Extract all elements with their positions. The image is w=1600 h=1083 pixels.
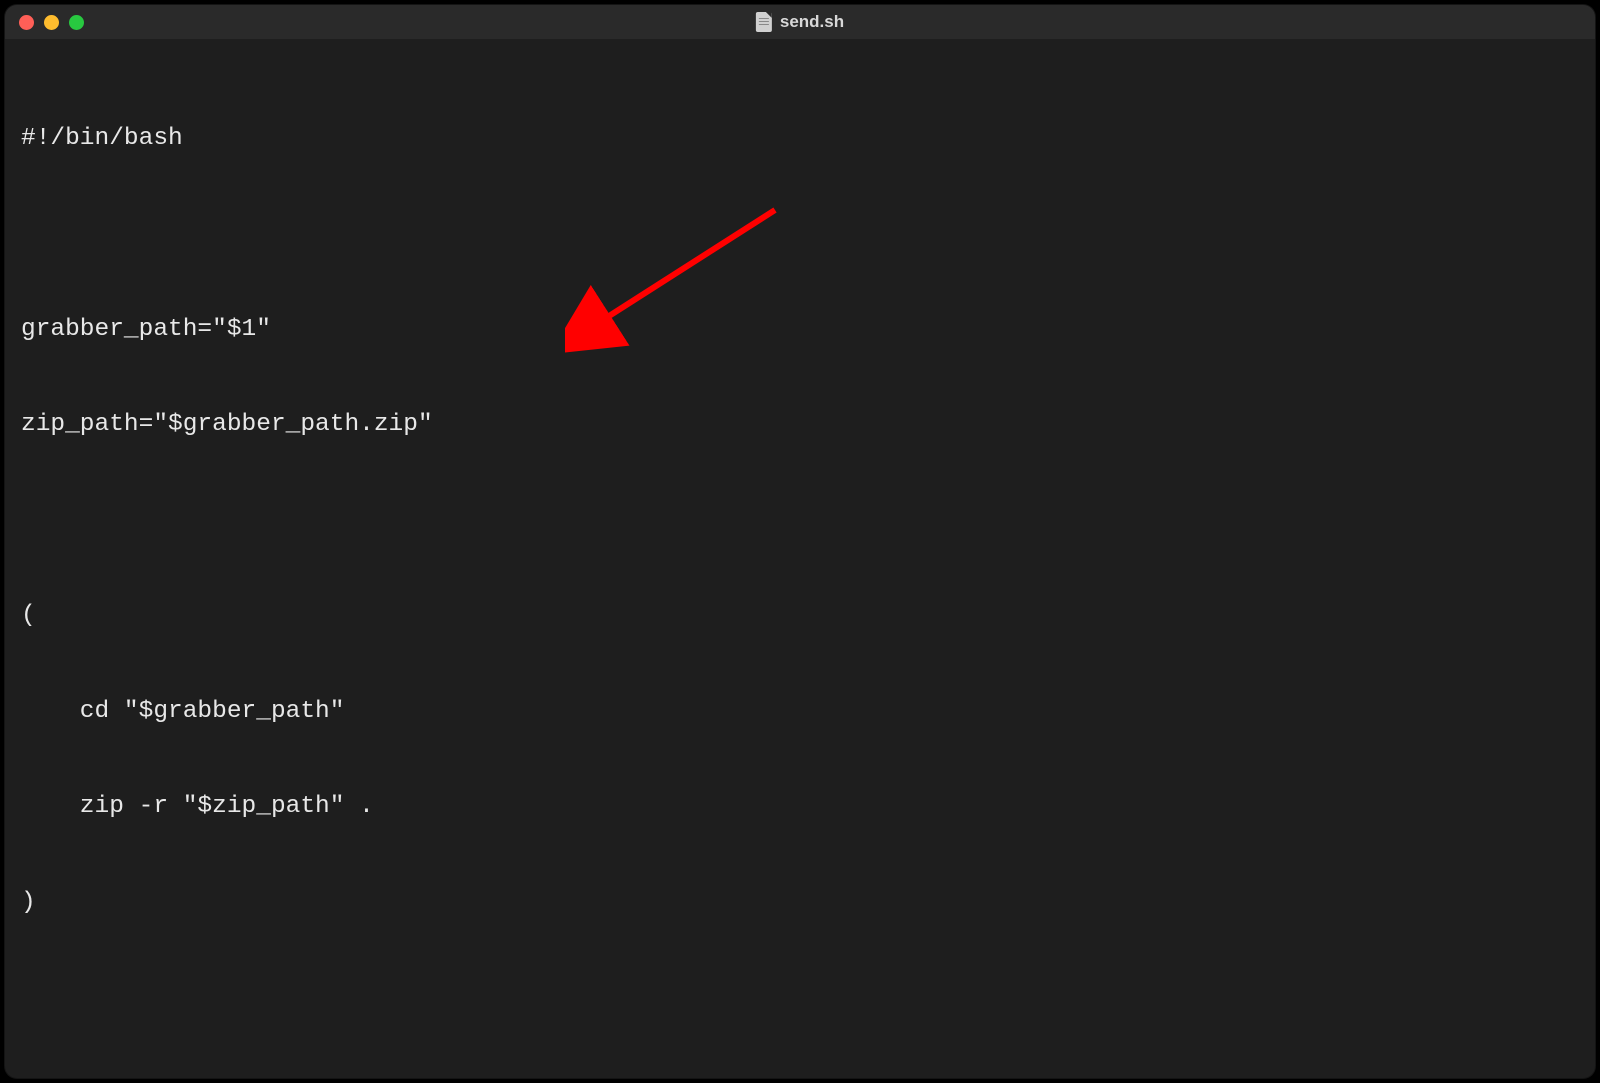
maximize-button[interactable] bbox=[69, 15, 84, 30]
code-line bbox=[21, 218, 1579, 250]
code-line: ( bbox=[21, 600, 1579, 632]
code-line: #!/bin/bash bbox=[21, 123, 1579, 155]
file-icon bbox=[756, 12, 772, 32]
title-center: send.sh bbox=[756, 12, 844, 32]
code-editor[interactable]: #!/bin/bash grabber_path="$1" zip_path="… bbox=[5, 39, 1595, 1078]
editor-window: send.sh #!/bin/bash grabber_path="$1" zi… bbox=[5, 5, 1595, 1078]
code-line bbox=[21, 505, 1579, 537]
titlebar[interactable]: send.sh bbox=[5, 5, 1595, 39]
window-title: send.sh bbox=[780, 12, 844, 32]
traffic-lights bbox=[19, 15, 84, 30]
code-line: cd "$grabber_path" bbox=[21, 696, 1579, 728]
scrollbar[interactable] bbox=[1579, 39, 1595, 1078]
code-line: zip -r "$zip_path" . bbox=[21, 791, 1579, 823]
minimize-button[interactable] bbox=[44, 15, 59, 30]
code-line: zip_path="$grabber_path.zip" bbox=[21, 409, 1579, 441]
code-line: ) bbox=[21, 887, 1579, 919]
code-line bbox=[21, 982, 1579, 1014]
close-button[interactable] bbox=[19, 15, 34, 30]
code-line: grabber_path="$1" bbox=[21, 314, 1579, 346]
